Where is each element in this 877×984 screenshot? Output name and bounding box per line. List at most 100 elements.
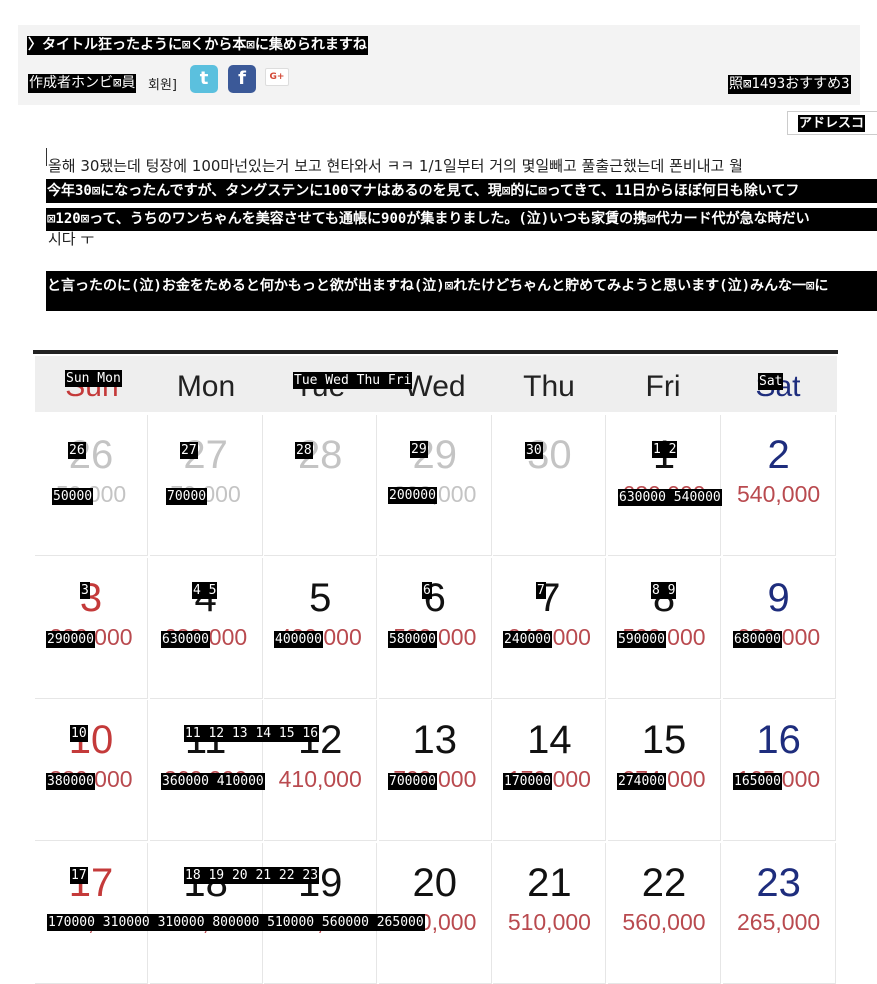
calendar-day-cell[interactable]: 12 410,000	[264, 700, 378, 841]
overlay-date: 11 12 13 14 15 16	[184, 725, 320, 742]
calendar-day-cell[interactable]: 17170,000	[35, 842, 148, 984]
address-copy-label: アドレスコ	[798, 115, 866, 132]
calendar-day-cell[interactable]: 20 800,000	[378, 842, 492, 984]
day-number: 17	[68, 860, 114, 905]
overlay-amount: 170000	[503, 773, 552, 790]
calendar-day-cell[interactable]: 5400,000	[264, 557, 378, 699]
calendar-day-cell[interactable]: 11360,000	[149, 700, 263, 841]
day-number: 27	[183, 433, 228, 477]
facebook-icon[interactable]: f	[228, 65, 256, 93]
view-stats: 照⊠1493おすすめ3	[728, 75, 851, 94]
author-suffix: 회원]	[148, 78, 177, 93]
day-number: 30	[527, 433, 572, 477]
overlay-date: 26	[68, 442, 86, 459]
calendar-day-cell[interactable]: 23 265,000	[722, 842, 836, 984]
day-number: 29	[412, 433, 458, 477]
calendar-day-cell[interactable]: 8590,000	[608, 557, 721, 699]
day-number: 15	[641, 718, 687, 762]
weekday-thu: Thu	[523, 370, 575, 403]
day-number: 13	[412, 718, 458, 762]
overlay-date: 10	[70, 725, 88, 742]
day-number: 10	[68, 718, 114, 762]
overlay-amount: 590000	[617, 631, 666, 648]
body-translation-1: 今年30⊠になったんですが、タングステンに100マナはあるのを見て、現⊠的に⊠っ…	[46, 179, 877, 203]
day-number: 14	[527, 718, 572, 762]
author-name[interactable]: 作成者ホンビ⊠員	[28, 74, 137, 93]
day-number: 23	[756, 860, 801, 905]
twitter-icon[interactable]: t	[190, 65, 218, 93]
post-title: 〉タイトル狂ったように⊠くから本⊠に集められますね	[27, 36, 368, 55]
address-copy-button[interactable]: アドレスコ	[787, 111, 877, 135]
text-cursor	[46, 148, 47, 166]
calendar-day-cell[interactable]: 3290,000	[35, 557, 148, 699]
calendar-day-cell[interactable]: 7240,000	[493, 557, 607, 699]
calendar-day-cell[interactable]: 22 560,000	[608, 842, 721, 984]
calendar-day-cell[interactable]: 15274,000	[608, 700, 721, 841]
calendar: Sun Mon Tue Wed Thu Fri Sat 2650,0002770…	[33, 350, 838, 984]
calendar-day-cell[interactable]: 29200,000	[378, 415, 492, 556]
body-translation-3: と言ったのに(泣)お金をためると何かもっと欲が出ますね(泣)⊠れたけどちゃんと貯…	[46, 271, 877, 311]
weekday-fri: Fri	[645, 370, 681, 403]
overlay-head-sun-mon: Sun Mon	[65, 370, 122, 387]
overlay-date: 30	[525, 442, 543, 459]
day-amount: 540,000	[737, 481, 821, 507]
calendar-day-cell[interactable]: 2 540,000	[722, 415, 836, 556]
overlay-amount: 240000	[503, 631, 552, 648]
day-amount: 560,000	[622, 908, 706, 935]
calendar-day-cell[interactable]: 2770,000	[149, 415, 263, 556]
weekday-mon: Mon	[176, 370, 236, 403]
day-amount: 510,000	[507, 908, 591, 935]
day-number: 9	[767, 575, 790, 620]
overlay-head-sat: Sat	[758, 373, 784, 390]
overlay-amount: 400000	[274, 631, 323, 648]
overlay-date: 17	[70, 867, 88, 884]
calendar-day-cell[interactable]: 16165,000	[722, 700, 836, 841]
overlay-date: 27	[180, 442, 198, 459]
overlay-amount: 50000	[52, 488, 94, 505]
day-number: 2	[767, 433, 790, 477]
calendar-day-cell[interactable]: 10380,000	[35, 700, 148, 841]
day-number: 5	[309, 575, 332, 620]
overlay-amount: 165000	[733, 773, 782, 790]
overlay-date: 7	[536, 582, 546, 599]
overlay-amount: 630000 540000	[618, 489, 722, 506]
day-number: 6	[423, 575, 446, 620]
calendar-day-cell[interactable]: 6580,000	[378, 557, 492, 699]
overlay-amount: 700000	[388, 773, 437, 790]
overlay-amount: 580000	[388, 631, 437, 648]
calendar-day-cell[interactable]: 19310,000	[264, 842, 378, 984]
overlay-amount: 630000	[161, 631, 210, 648]
body-korean-line-3: 시다 ㅜ	[48, 230, 95, 248]
day-amount: 410,000	[278, 766, 362, 792]
calendar-day-cell[interactable]: 2650,000	[35, 415, 148, 556]
day-number: 26	[68, 433, 114, 477]
calendar-day-cell[interactable]: 4630,000	[149, 557, 263, 699]
day-number: 16	[756, 718, 801, 762]
overlay-date: 3	[80, 582, 90, 599]
calendar-day-cell[interactable]: 28	[264, 415, 378, 556]
overlay-head-tue-fri: Tue Wed Thu Fri	[293, 372, 413, 389]
overlay-date: 8 9	[651, 582, 677, 599]
calendar-day-cell[interactable]: 18310,000	[149, 842, 263, 984]
overlay-amount: 360000 410000	[161, 773, 265, 790]
overlay-date: 29	[410, 441, 428, 458]
calendar-day-cell[interactable]: 14170,000	[493, 700, 607, 841]
body-translation-2: ⊠120⊠って、うちのワンちゃんを美容させても通帳に900が集まりました。(泣)…	[46, 208, 877, 231]
overlay-amount: 200000	[388, 487, 437, 504]
day-number: 3	[79, 575, 103, 620]
calendar-day-cell[interactable]: 30	[493, 415, 607, 556]
day-number: 7	[538, 575, 561, 620]
overlay-date: 1 2	[652, 441, 678, 458]
overlay-amount: 380000	[46, 773, 95, 790]
overlay-amount: 170000 310000 310000 800000 510000 56000…	[47, 914, 425, 931]
calendar-day-cell[interactable]: 13700,000	[378, 700, 492, 841]
calendar-day-cell[interactable]: 1630,000	[608, 415, 721, 556]
google-plus-icon[interactable]: G+	[265, 68, 289, 86]
day-number: 21	[527, 860, 572, 905]
body-korean-line-1: 올해 30됐는데 텅장에 100마넌있는거 보고 현타와서 ㅋㅋ 1/1일부터 …	[48, 157, 743, 175]
calendar-day-cell[interactable]: 9680,000	[722, 557, 836, 699]
calendar-day-cell[interactable]: 21 510,000	[493, 842, 607, 984]
day-number: 22	[641, 860, 687, 905]
overlay-date: 18 19 20 21 22 23	[184, 867, 320, 884]
overlay-date: 6	[422, 582, 432, 599]
